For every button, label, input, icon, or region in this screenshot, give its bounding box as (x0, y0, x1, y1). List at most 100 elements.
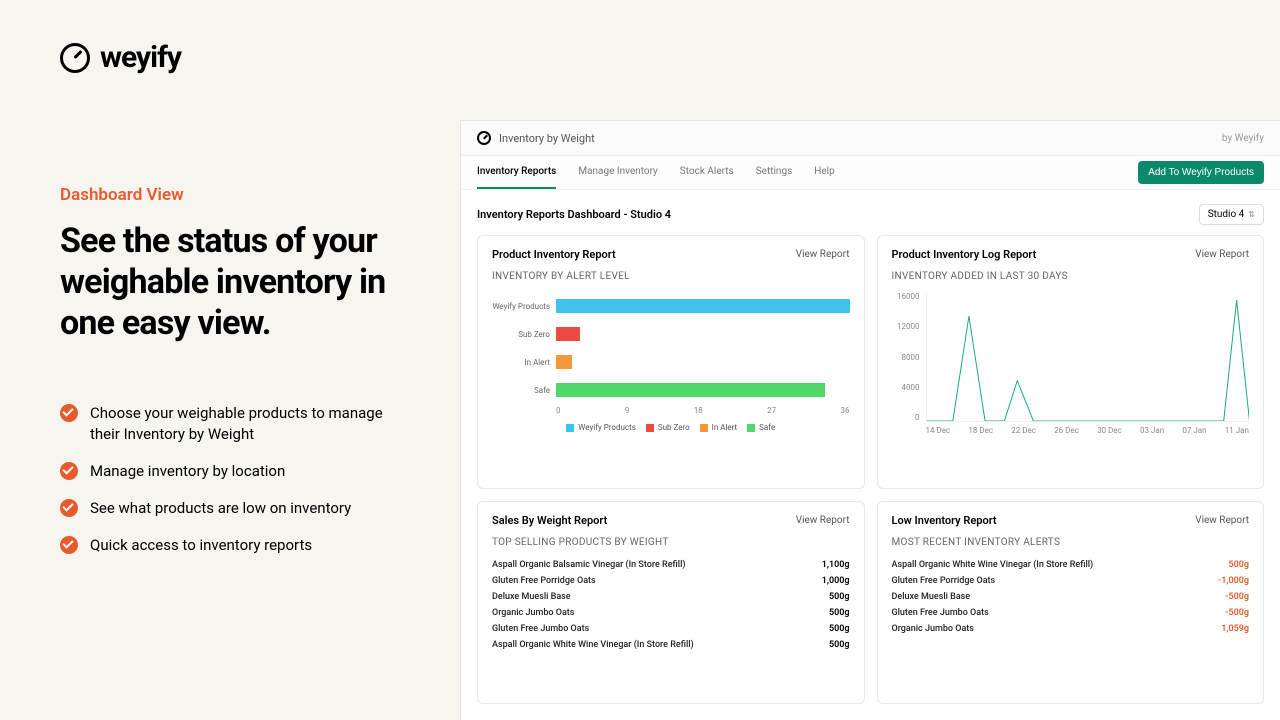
item-value: -1,000g (1218, 576, 1249, 586)
view-report-link[interactable]: View Report (1195, 515, 1249, 526)
tab-stock-alerts[interactable]: Stock Alerts (680, 156, 734, 189)
list-item: Aspall Organic White Wine Vinegar (In St… (492, 640, 850, 650)
card-title: Low Inventory Report (892, 514, 997, 527)
location-selector[interactable]: Studio 4 ⇅ (1199, 204, 1264, 225)
line-plot-area (926, 292, 1250, 422)
feature-item: Quick access to inventory reports (60, 535, 400, 556)
item-name: Gluten Free Jumbo Oats (892, 608, 989, 618)
tabs: Inventory Reports Manage Inventory Stock A… (477, 156, 835, 189)
legend-swatch (646, 424, 654, 432)
feature-text: Choose your weighable products to manage… (90, 403, 400, 445)
axis-tick: 0 (556, 406, 561, 415)
legend-label: Sub Zero (658, 423, 690, 432)
item-value: 1,100g (822, 560, 850, 570)
item-value: -500g (1225, 592, 1249, 602)
legend-item: Weyify Products (566, 423, 636, 432)
bar-track (556, 383, 850, 397)
item-name: Gluten Free Jumbo Oats (492, 624, 589, 634)
view-report-link[interactable]: View Report (796, 249, 850, 260)
top-selling-list: Aspall Organic Balsamic Vinegar (In Stor… (492, 560, 850, 650)
item-value: 500g (829, 640, 850, 650)
item-value: 500g (829, 624, 850, 634)
bar-fill (556, 299, 850, 313)
add-to-weyify-button[interactable]: Add To Weyify Products (1138, 161, 1264, 184)
feature-text: Manage inventory by location (90, 461, 285, 482)
item-name: Organic Jumbo Oats (492, 608, 574, 618)
item-name: Deluxe Muesli Base (492, 592, 571, 602)
tab-help[interactable]: Help (814, 156, 834, 189)
bar-x-axis: 09182736 (556, 406, 850, 415)
bar-fill (556, 355, 572, 369)
dashboard-title: Inventory Reports Dashboard - Studio 4 (477, 208, 671, 221)
app-window: Inventory by Weight by Weyify Inventory … (460, 120, 1280, 720)
item-value: 500g (829, 592, 850, 602)
bar-fill (556, 327, 580, 341)
feature-list: Choose your weighable products to manage… (60, 403, 400, 556)
card-title: Product Inventory Report (492, 248, 616, 261)
bar-label: In Alert (492, 358, 550, 367)
card-subtitle: TOP SELLING PRODUCTS BY WEIGHT (492, 537, 850, 548)
feature-text: See what products are low on inventory (90, 498, 351, 519)
x-tick: 07 Jan (1182, 426, 1206, 435)
app-logo-icon (477, 131, 491, 145)
view-report-link[interactable]: View Report (796, 515, 850, 526)
tab-inventory-reports[interactable]: Inventory Reports (477, 156, 556, 189)
legend-swatch (566, 424, 574, 432)
bar-row: Safe (492, 380, 850, 400)
x-tick: 18 Dec (968, 426, 993, 435)
bar-label: Sub Zero (492, 330, 550, 339)
item-name: Gluten Free Porridge Oats (492, 576, 596, 586)
inventory-line-chart: 1600012000800040000 (892, 292, 1250, 422)
marketing-panel: weyify Dashboard View See the status of … (0, 0, 460, 720)
cards-grid: Product Inventory Report View Report INV… (461, 235, 1280, 720)
tabs-row: Inventory Reports Manage Inventory Stock A… (461, 156, 1280, 190)
x-tick: 03 Jan (1140, 426, 1164, 435)
bar-track (556, 327, 850, 341)
feature-item: Choose your weighable products to manage… (60, 403, 400, 445)
list-item: Organic Jumbo Oats1,059g (892, 624, 1250, 634)
tab-settings[interactable]: Settings (756, 156, 793, 189)
weyify-logo-icon (60, 43, 90, 73)
x-tick: 22 Dec (1011, 426, 1036, 435)
sales-by-weight-card: Sales By Weight Report View Report TOP S… (477, 501, 865, 704)
tab-manage-inventory[interactable]: Manage Inventory (578, 156, 657, 189)
axis-tick: 27 (767, 406, 776, 415)
legend-label: Weyify Products (578, 423, 636, 432)
check-icon (60, 462, 78, 480)
check-icon (60, 499, 78, 517)
item-value: 1,000g (822, 576, 850, 586)
y-tick: 8000 (892, 353, 920, 362)
axis-tick: 36 (841, 406, 850, 415)
item-value: -500g (1225, 608, 1249, 618)
app-credit: by Weyify (1222, 133, 1264, 144)
legend-swatch (700, 424, 708, 432)
feature-item: See what products are low on inventory (60, 498, 400, 519)
feature-item: Manage inventory by location (60, 461, 400, 482)
item-name: Deluxe Muesli Base (892, 592, 971, 602)
product-inventory-report-card: Product Inventory Report View Report INV… (477, 235, 865, 489)
bar-row: In Alert (492, 352, 850, 372)
check-icon (60, 404, 78, 422)
list-item: Aspall Organic Balsamic Vinegar (In Stor… (492, 560, 850, 570)
axis-tick: 9 (625, 406, 630, 415)
y-tick: 12000 (892, 322, 920, 331)
item-name: Aspall Organic White Wine Vinegar (In St… (892, 560, 1094, 570)
item-name: Aspall Organic Balsamic Vinegar (In Stor… (492, 560, 686, 570)
item-value: 500g (829, 608, 850, 618)
list-item: Deluxe Muesli Base 500g (492, 592, 850, 602)
bar-label: Safe (492, 386, 550, 395)
low-inventory-card: Low Inventory Report View Report MOST RE… (877, 501, 1265, 704)
bar-legend: Weyify ProductsSub ZeroIn AlertSafe (492, 423, 850, 432)
y-tick: 16000 (892, 292, 920, 301)
x-tick: 14 Dec (926, 426, 951, 435)
app-header: Inventory by Weight by Weyify (461, 121, 1280, 156)
select-arrows-icon: ⇅ (1248, 211, 1255, 219)
location-value: Studio 4 (1208, 209, 1245, 220)
legend-label: Safe (759, 423, 775, 432)
bar-label: Weyify Products (492, 302, 550, 311)
low-inventory-list: Aspall Organic White Wine Vinegar (In St… (892, 560, 1250, 634)
item-value: 1,059g (1221, 624, 1249, 634)
view-report-link[interactable]: View Report (1195, 249, 1249, 260)
feature-text: Quick access to inventory reports (90, 535, 312, 556)
bar-track (556, 355, 850, 369)
